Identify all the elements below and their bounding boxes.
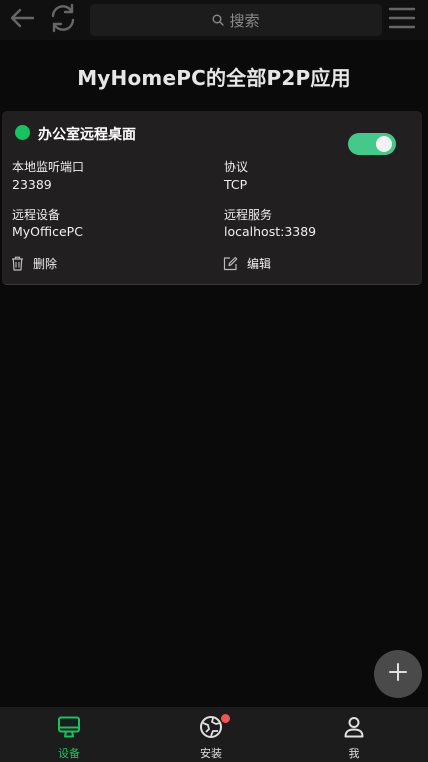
refresh-icon [47, 3, 79, 37]
edit-icon [223, 256, 238, 271]
bottom-nav: 设备 安装 我 [0, 707, 428, 762]
edit-button[interactable]: 编辑 [223, 255, 271, 272]
status-indicator [15, 125, 30, 140]
protocol-value: TCP [224, 177, 248, 192]
nav-label-me: 我 [348, 747, 360, 760]
add-app-button[interactable] [374, 650, 422, 698]
notification-badge [221, 714, 230, 723]
search-input[interactable]: 搜索 [90, 4, 382, 36]
trash-icon [11, 256, 24, 271]
hamburger-menu-icon [388, 6, 416, 34]
p2p-app-card[interactable]: 办公室远程桌面 本地监听端口 23389 协议 TCP 远程设备 MyOffic… [2, 111, 422, 285]
nav-label-install: 安装 [200, 747, 222, 760]
edit-label: 编辑 [247, 257, 272, 271]
app-name: 办公室远程桌面 [38, 127, 136, 143]
nav-label-devices: 设备 [58, 747, 80, 760]
back-button[interactable] [4, 0, 40, 40]
monitor-icon [57, 715, 81, 739]
search-icon [212, 14, 225, 26]
remote-device-value: MyOfficePC [12, 224, 83, 239]
menu-button[interactable] [384, 0, 420, 40]
local-port-label: 本地监听端口 [12, 160, 85, 174]
nav-item-install[interactable]: 安装 [161, 707, 261, 762]
plus-icon [388, 662, 408, 686]
delete-label: 删除 [33, 257, 58, 271]
remote-service-value: localhost:3389 [224, 224, 317, 239]
install-icon [199, 715, 223, 739]
protocol-label: 协议 [224, 160, 249, 174]
nav-item-devices[interactable]: 设备 [19, 707, 119, 762]
delete-button[interactable]: 删除 [11, 255, 57, 272]
page-title: MyHomePC的全部P2P应用 [77, 66, 351, 90]
search-placeholder: 搜索 [229, 11, 260, 30]
arrow-left-icon [9, 7, 35, 33]
toggle-knob [376, 136, 392, 152]
top-bar: 搜索 [0, 0, 428, 40]
nav-item-me[interactable]: 我 [304, 707, 404, 762]
remote-service-label: 远程服务 [224, 208, 273, 222]
remote-device-label: 远程设备 [12, 208, 61, 222]
local-port-value: 23389 [12, 177, 52, 192]
enable-toggle[interactable] [348, 133, 396, 155]
refresh-button[interactable] [44, 0, 82, 40]
user-icon [342, 715, 366, 739]
